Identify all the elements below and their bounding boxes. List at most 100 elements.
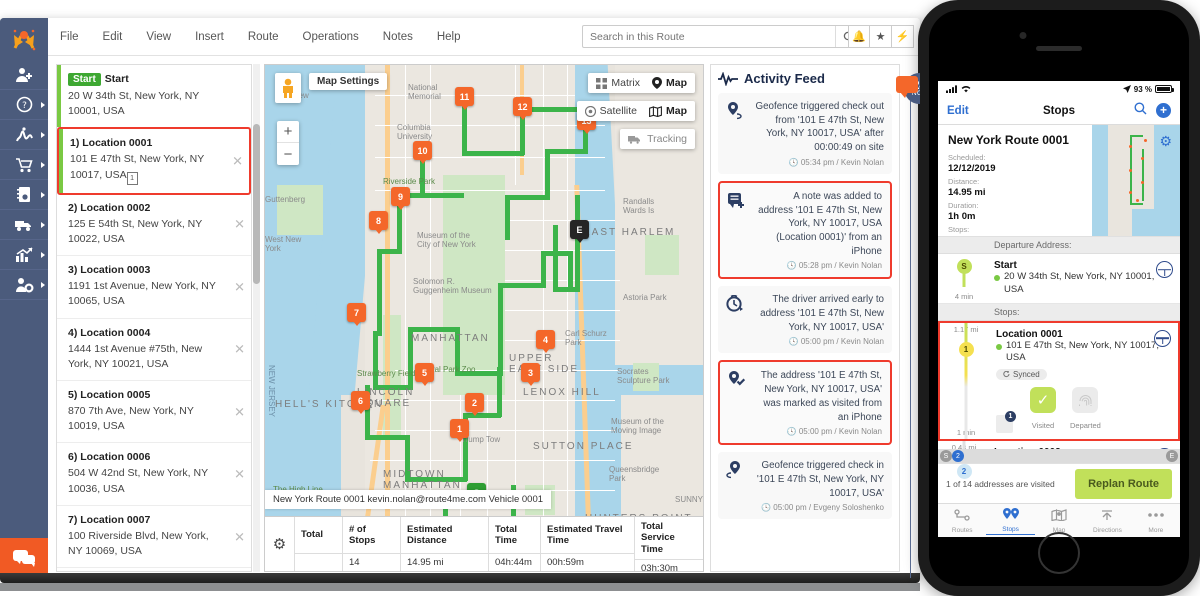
note-indicator-icon[interactable]: 1 xyxy=(126,171,138,185)
map-panel[interactable]: Fairview Guttenberg West NewYork NEW JER… xyxy=(264,64,704,572)
menu-item-edit[interactable]: Edit xyxy=(91,18,135,56)
search-input[interactable] xyxy=(583,26,835,47)
pegman-icon[interactable] xyxy=(275,73,301,103)
remove-address-icon[interactable]: ✕ xyxy=(234,530,245,543)
feed-item-body: Geofence triggered check in '101 E 47th … xyxy=(754,459,884,512)
menu-item-file[interactable]: File xyxy=(48,18,91,56)
map-marker-1[interactable]: 1 xyxy=(450,419,469,438)
sidebar-item-analytics[interactable] xyxy=(0,240,48,270)
departure-body: Start 20 W 34th St, New York, NY 10001, … xyxy=(990,254,1180,303)
address-row-5[interactable]: 5) Location 0005 870 7th Ave, New York, … xyxy=(57,380,251,444)
star-icon[interactable]: ★ xyxy=(870,25,892,48)
zoom-out-button[interactable]: − xyxy=(277,143,299,165)
tab-more[interactable]: More xyxy=(1132,508,1180,534)
map-marker-end[interactable]: E xyxy=(570,220,589,239)
remove-address-icon[interactable]: ✕ xyxy=(232,155,243,168)
map-marker-12[interactable]: 12 xyxy=(513,97,532,116)
wifi-icon xyxy=(961,86,971,93)
chat-icon[interactable] xyxy=(0,538,48,578)
feed-item-5[interactable]: Geofence triggered check in '101 E 47th … xyxy=(718,452,892,520)
tab-routes[interactable]: Routes xyxy=(938,508,986,534)
address-list-scrollbar[interactable] xyxy=(253,64,260,572)
sidebar-item-add-user[interactable] xyxy=(0,60,48,90)
menu-item-route[interactable]: Route xyxy=(236,18,291,56)
address-row-4[interactable]: 4) Location 0004 1444 1st Avenue #75th, … xyxy=(57,318,251,381)
remove-address-icon[interactable]: ✕ xyxy=(234,343,245,356)
map-marker-11[interactable]: 11 xyxy=(455,87,474,106)
map-marker-4[interactable]: 4 xyxy=(536,330,555,349)
map-marker-3[interactable]: 3 xyxy=(521,363,540,382)
map-marker-2[interactable]: 2 xyxy=(465,393,484,412)
lightning-icon[interactable]: ⚡ xyxy=(892,25,914,48)
tab-directions[interactable]: Directions xyxy=(1083,508,1131,534)
zoom-controls: + − xyxy=(277,121,299,165)
remove-address-icon[interactable]: ✕ xyxy=(234,280,245,293)
map-marker-5[interactable]: 5 xyxy=(415,363,434,382)
satellite-toggle[interactable]: Satellite xyxy=(584,105,637,117)
map-toggle-2[interactable]: Map xyxy=(649,105,687,117)
menu-item-insert[interactable]: Insert xyxy=(183,18,236,56)
phone-departure-row[interactable]: S 4 min Start 20 W 34th St, New York, NY… xyxy=(938,254,1180,304)
address-row-7[interactable]: 7) Location 0007 100 Riverside Blvd, New… xyxy=(57,505,251,569)
map-marker-8[interactable]: 8 xyxy=(369,211,388,230)
bell-icon[interactable]: 🔔 xyxy=(848,25,870,48)
phone-stop-row-1[interactable]: 1.17 mi 1 1 min Location 0001 101 E 47th… xyxy=(938,320,1180,442)
route4me-logo[interactable] xyxy=(0,18,48,60)
replan-route-button[interactable]: Replan Route xyxy=(1075,468,1172,499)
sidebar-item-user-settings[interactable] xyxy=(0,270,48,300)
address-row-6[interactable]: 6) Location 0006 504 W 42nd St, New York… xyxy=(57,443,251,506)
route-settings-gear-icon[interactable]: ⚙ xyxy=(1159,133,1172,150)
feed-item-3[interactable]: The driver arrived early to address '101… xyxy=(718,286,892,354)
sidebar-item-address-book[interactable] xyxy=(0,180,48,210)
search-icon[interactable] xyxy=(1134,102,1147,120)
map-marker-6[interactable]: 6 xyxy=(351,391,370,410)
feed-item-1[interactable]: Geofence triggered check out from '101 E… xyxy=(718,93,892,174)
sidebar-item-fleet[interactable] xyxy=(0,210,48,240)
address-row-2[interactable]: 2) Location 0002 125 E 54th St, New York… xyxy=(57,193,251,257)
menu-item-notes[interactable]: Notes xyxy=(371,18,425,56)
remove-address-icon[interactable]: ✕ xyxy=(234,218,245,231)
sidebar-item-help[interactable]: ? xyxy=(0,90,48,120)
notes-icon[interactable]: 1 xyxy=(996,411,1016,434)
phone-status-right: 93 % xyxy=(1122,85,1174,94)
address-row-3[interactable]: 3) Location 0003 1191 1st Avenue, New Yo… xyxy=(57,256,251,319)
tab-map[interactable]: Map xyxy=(1035,508,1083,534)
zoom-in-button[interactable]: + xyxy=(277,121,299,143)
feed-item-4[interactable]: The address '101 E 47th St, New York, NY… xyxy=(718,360,892,446)
desktop-window: ? File Edit View Insert Route Operations… xyxy=(0,18,920,578)
sidebar-item-routes[interactable] xyxy=(0,120,48,150)
address-row-1[interactable]: 1) Location 0001 101 E 47th St, New York… xyxy=(57,127,251,195)
address-row-start[interactable]: Start Start 20 W 34th St, New York, NY 10… xyxy=(57,65,251,129)
fingerprint-icon xyxy=(1072,387,1099,414)
satellite-map-toggle: Satellite Map xyxy=(576,101,695,121)
navigate-icon[interactable] xyxy=(1156,261,1173,278)
add-comment-bubble-icon[interactable] xyxy=(896,76,918,98)
menu-item-operations[interactable]: Operations xyxy=(291,18,371,56)
map-toggle[interactable]: Map xyxy=(652,77,687,89)
address-list-panel[interactable]: Start Start 20 W 34th St, New York, NY 10… xyxy=(56,64,252,572)
map-marker-9[interactable]: 9 xyxy=(391,187,410,206)
departed-button[interactable]: Departed xyxy=(1070,387,1101,433)
map-marker-7[interactable]: 7 xyxy=(347,303,366,322)
menu-item-view[interactable]: View xyxy=(134,18,183,56)
remove-address-icon[interactable]: ✕ xyxy=(234,468,245,481)
map-marker-10[interactable]: 10 xyxy=(413,141,432,160)
feed-item-2[interactable]: A note was added to address '101 E 47th … xyxy=(718,180,892,280)
timeline-axis xyxy=(910,93,911,578)
map-settings-button[interactable]: Map Settings xyxy=(309,73,388,90)
timeline-node-2: 2 xyxy=(956,464,972,480)
navigate-icon[interactable] xyxy=(1154,329,1171,347)
sidebar-item-orders[interactable] xyxy=(0,150,48,180)
visited-button[interactable]: ✓ Visited xyxy=(1030,387,1056,433)
phone-body: 93 % Edit Stops + ⚙ New York Route 0001 … xyxy=(929,10,1189,586)
add-stop-button[interactable]: + xyxy=(1156,103,1171,118)
remove-address-icon[interactable]: ✕ xyxy=(234,405,245,418)
tab-stops[interactable]: Stops xyxy=(986,507,1035,535)
search-box xyxy=(582,25,862,48)
matrix-toggle[interactable]: Matrix xyxy=(596,77,640,89)
phone-home-button[interactable] xyxy=(1038,532,1080,574)
gear-icon[interactable]: ⚙ xyxy=(265,517,295,571)
menu-item-help[interactable]: Help xyxy=(425,18,473,56)
phone-map-strip[interactable]: S 2 E xyxy=(938,449,1180,463)
tracking-button[interactable]: Tracking xyxy=(620,129,695,149)
